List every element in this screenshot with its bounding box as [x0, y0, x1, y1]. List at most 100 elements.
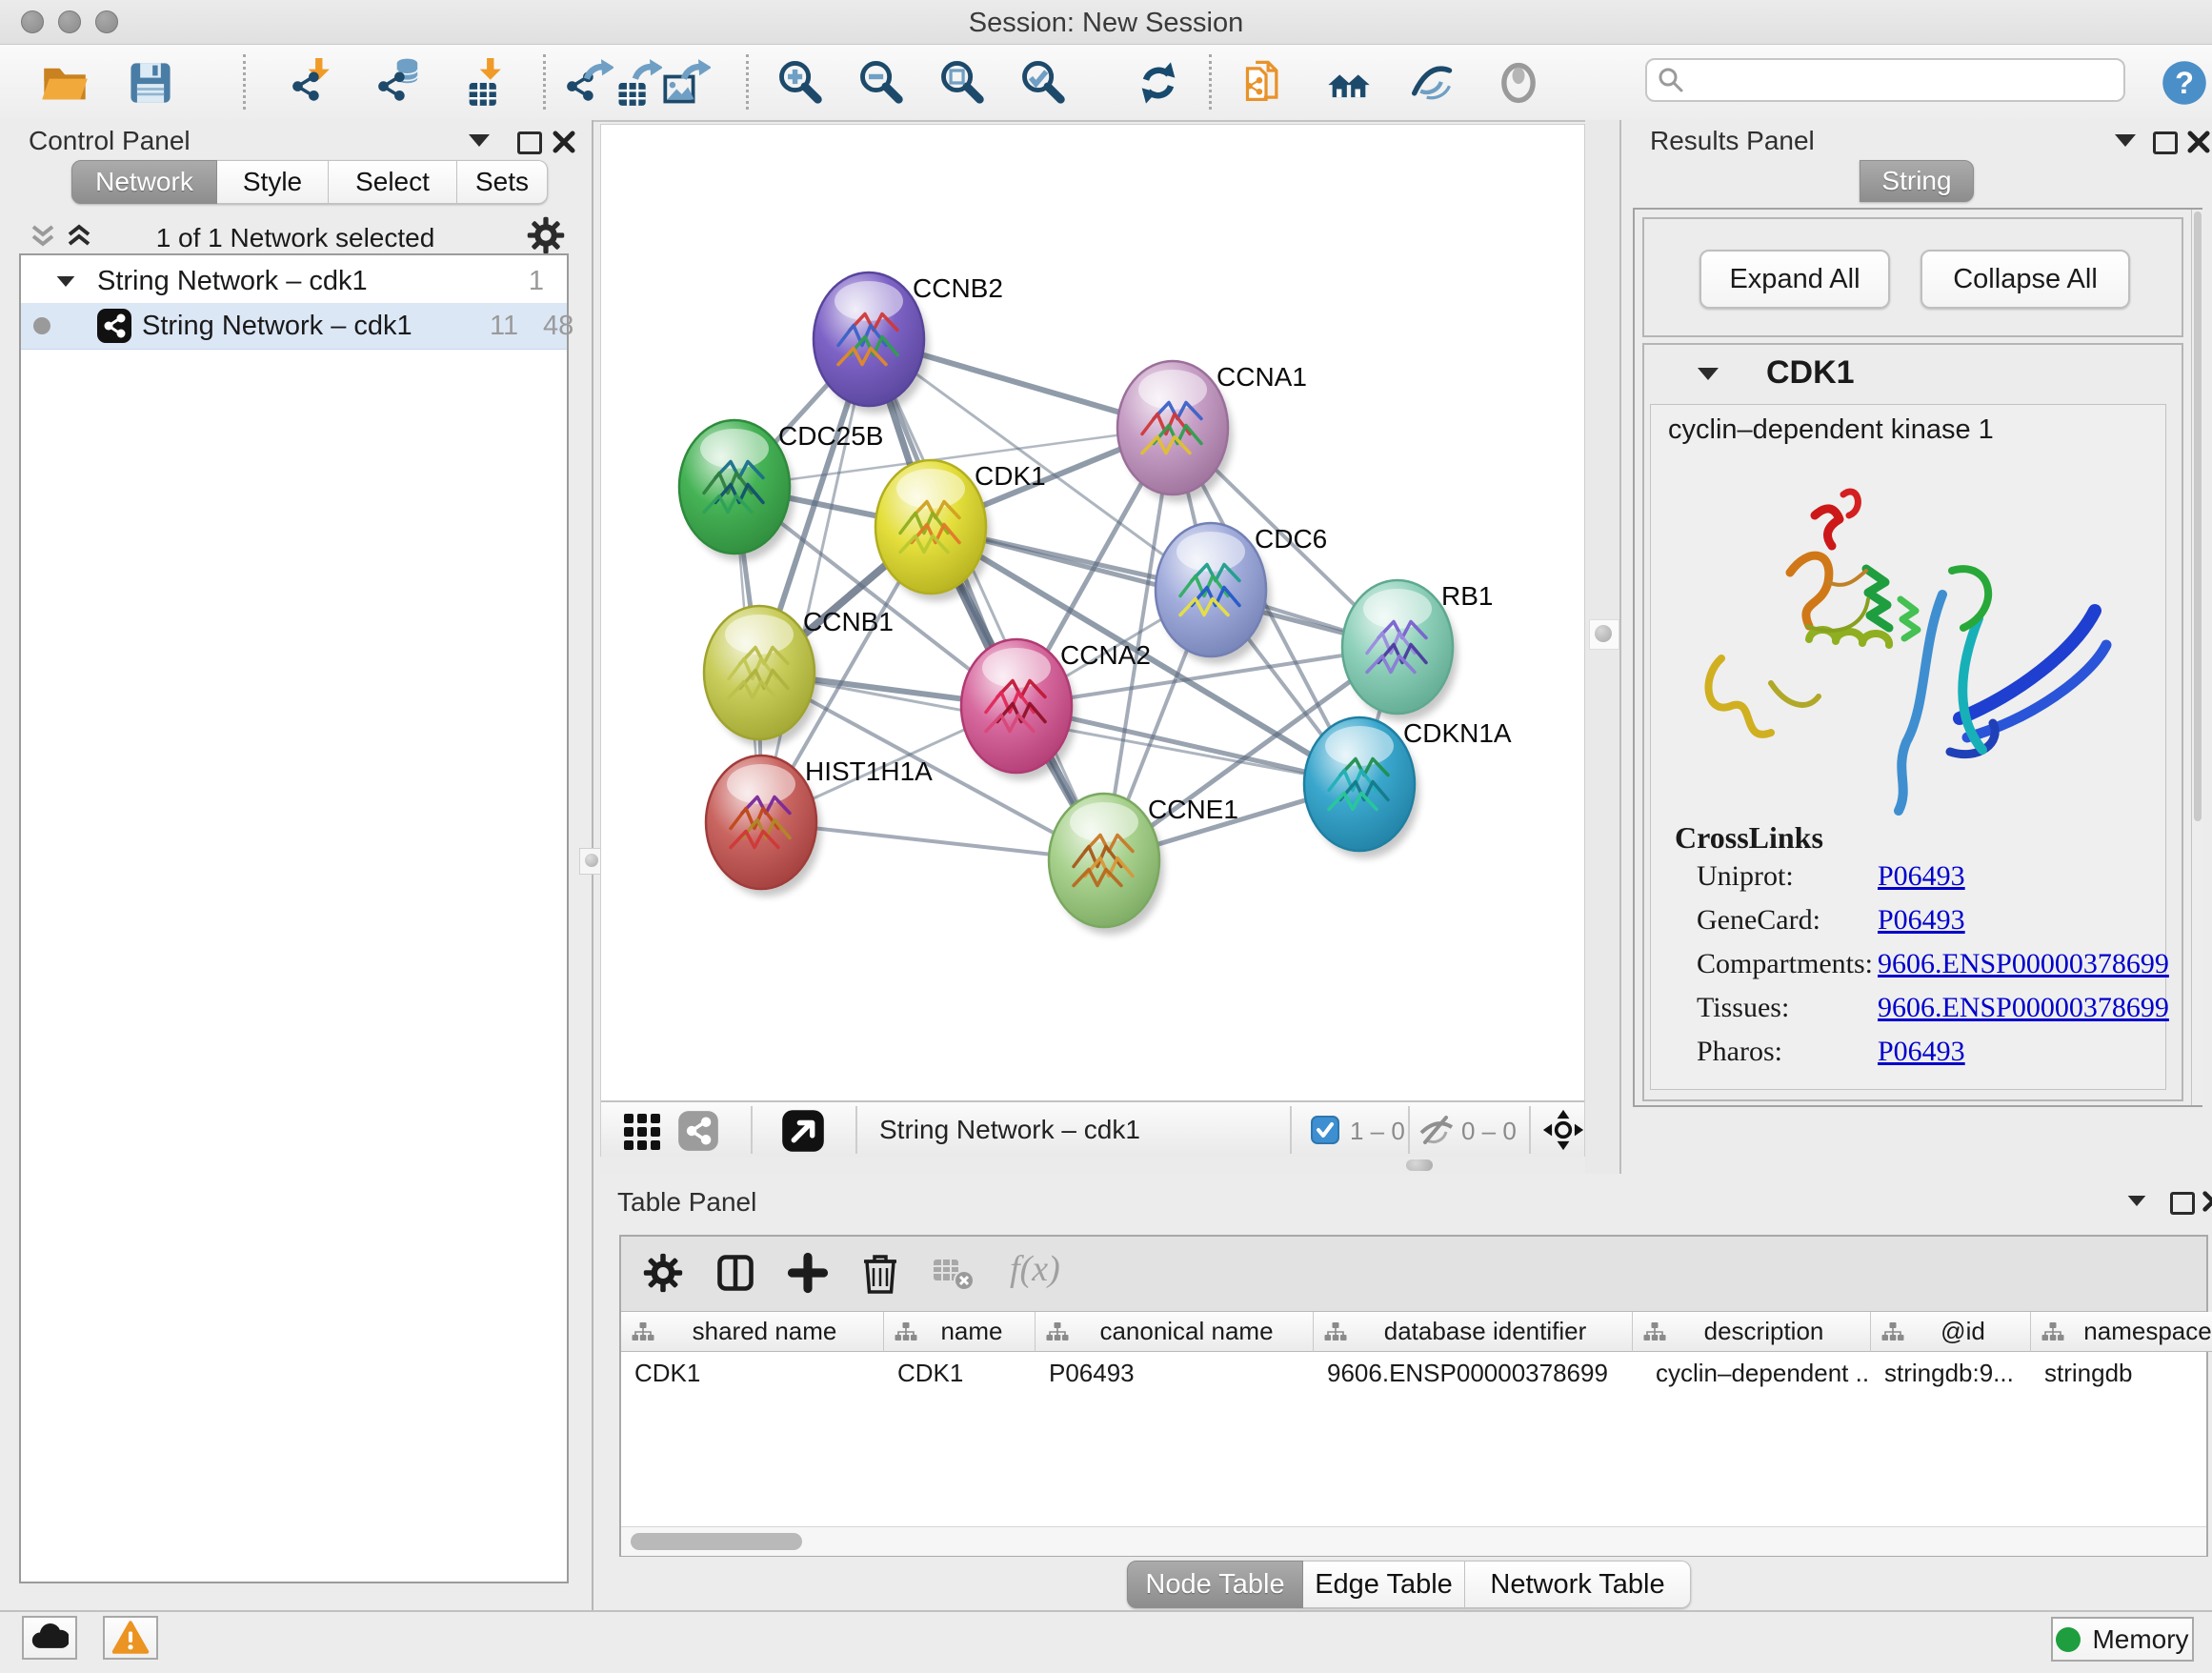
- open-session-icon[interactable]: [40, 58, 90, 108]
- add-column-icon[interactable]: [787, 1252, 829, 1294]
- home-panels-icon[interactable]: [1324, 58, 1374, 108]
- right-splitter-handle[interactable]: [1589, 619, 1619, 650]
- crosslink-value-link[interactable]: P06493: [1878, 860, 1965, 893]
- help-icon[interactable]: ?: [2160, 58, 2209, 108]
- tab-style[interactable]: Style: [217, 160, 329, 204]
- node-RB1[interactable]: RB1: [1342, 580, 1493, 721]
- network-canvas[interactable]: CCNB2 CCNA1 CDC25B CDK1 CDC6 RB1 CCNB1 C…: [600, 124, 1585, 1157]
- annotations-icon[interactable]: [1241, 58, 1291, 108]
- results-panel-menu-caret-icon[interactable]: [2115, 134, 2136, 147]
- grid-view-icon[interactable]: [622, 1110, 664, 1152]
- zoom-out-icon[interactable]: [856, 58, 906, 108]
- node-CDC25B[interactable]: CDC25B: [679, 420, 883, 561]
- import-network-from-file-icon[interactable]: [290, 58, 339, 108]
- node-CCNA2[interactable]: CCNA2: [961, 639, 1151, 780]
- crosslink-value-link[interactable]: P06493: [1878, 1036, 1965, 1068]
- export-image-icon[interactable]: [661, 58, 711, 108]
- crosslink-row: Tissues: 9606.ENSP00000378699: [1651, 992, 2165, 1036]
- column-header-database-identifier[interactable]: database identifier: [1314, 1312, 1633, 1352]
- column-header-canonical-name[interactable]: canonical name: [1036, 1312, 1314, 1352]
- network-graph[interactable]: CCNB2 CCNA1 CDC25B CDK1 CDC6 RB1 CCNB1 C…: [603, 125, 1584, 1099]
- refresh-view-icon[interactable]: [1134, 58, 1183, 108]
- column-header--id[interactable]: @id: [1871, 1312, 2031, 1352]
- search-input[interactable]: [1689, 62, 2112, 100]
- column-header-label: namespace: [2073, 1317, 2212, 1346]
- cloud-button[interactable]: [22, 1616, 77, 1660]
- tab-network[interactable]: Network: [71, 160, 217, 204]
- warnings-button[interactable]: [103, 1616, 158, 1660]
- crosslink-value-link[interactable]: 9606.ENSP00000378699: [1878, 948, 2169, 980]
- zoom-selected-icon[interactable]: [1018, 58, 1068, 108]
- network-collection-row[interactable]: String Network – cdk1 1: [21, 259, 567, 303]
- protein-section-caret-icon[interactable]: [1698, 368, 1719, 380]
- node-CCNB1[interactable]: CCNB1: [704, 606, 894, 747]
- table-cell: stringdb:9...: [1871, 1352, 2031, 1394]
- table-row[interactable]: CDK1CDK1P064939606.ENSP00000378699cyclin…: [621, 1352, 2212, 1394]
- node-CCNA1[interactable]: CCNA1: [1117, 361, 1307, 502]
- collapse-all-chevron-icon[interactable]: [27, 221, 59, 252]
- save-session-icon[interactable]: [126, 58, 175, 108]
- import-network-from-database-icon[interactable]: [375, 58, 425, 108]
- column-header-namespace[interactable]: namespace: [2031, 1312, 2212, 1352]
- column-header-description[interactable]: description: [1633, 1312, 1871, 1352]
- zoom-in-icon[interactable]: [775, 58, 825, 108]
- node-label-CCNE1: CCNE1: [1148, 795, 1238, 824]
- results-scrollbar[interactable]: [2191, 210, 2203, 1105]
- results-scrollbar-thumb[interactable]: [2194, 212, 2202, 821]
- expand-all-button[interactable]: Expand All: [1699, 250, 1890, 309]
- table-horizontal-scrollbar[interactable]: [621, 1526, 2206, 1556]
- crosslink-value-link[interactable]: P06493: [1878, 904, 1965, 937]
- tab-node-table[interactable]: Node Table: [1127, 1561, 1303, 1608]
- table-gear-icon[interactable]: [642, 1252, 684, 1294]
- table-panel-close-icon[interactable]: [2201, 1189, 2212, 1214]
- network-row[interactable]: String Network – cdk1 11 48: [21, 303, 567, 350]
- column-header-shared-name[interactable]: shared name: [621, 1312, 884, 1352]
- fit-selected-crosshair-icon[interactable]: [1542, 1109, 1584, 1151]
- table-panel-float-icon[interactable]: [2170, 1192, 2195, 1215]
- hidden-eye-slash-icon[interactable]: [1418, 1114, 1456, 1146]
- export-table-icon[interactable]: [613, 58, 662, 108]
- control-panel-float-icon[interactable]: [517, 131, 542, 154]
- show-hide-labels-icon[interactable]: [1406, 58, 1456, 108]
- node-CCNB2[interactable]: CCNB2: [814, 272, 1003, 413]
- tab-edge-table[interactable]: Edge Table: [1303, 1561, 1465, 1608]
- import-table-from-file-icon[interactable]: [461, 58, 511, 108]
- column-header-name[interactable]: name: [884, 1312, 1036, 1352]
- crosslink-value-link[interactable]: 9606.ENSP00000378699: [1878, 992, 2169, 1024]
- results-buttons-bar: Expand All Collapse All: [1642, 217, 2183, 337]
- table-panel-menu-caret-icon[interactable]: [2128, 1196, 2146, 1206]
- network-view-share-icon[interactable]: [677, 1110, 719, 1152]
- gear-icon[interactable]: [526, 215, 566, 255]
- memory-button[interactable]: Memory: [2051, 1617, 2194, 1662]
- collapse-all-button[interactable]: Collapse All: [1920, 250, 2130, 309]
- table-scrollbar-thumb[interactable]: [631, 1533, 802, 1550]
- show-columns-icon[interactable]: [714, 1252, 756, 1294]
- tab-string[interactable]: String: [1860, 160, 1974, 202]
- tab-select[interactable]: Select: [329, 160, 457, 204]
- selected-checkbox-icon[interactable]: [1311, 1116, 1339, 1144]
- search-field[interactable]: [1645, 58, 2125, 102]
- export-network-icon[interactable]: [564, 58, 613, 108]
- table-cell: cyclin–dependent ...: [1633, 1352, 1871, 1394]
- delete-column-trash-icon[interactable]: [859, 1250, 901, 1296]
- tab-sets[interactable]: Sets: [457, 160, 548, 204]
- toolbar-separator: [243, 54, 246, 110]
- status-bar: Memory: [0, 1610, 2212, 1673]
- expand-all-chevron-icon[interactable]: [63, 221, 95, 252]
- results-panel-close-icon[interactable]: [2185, 129, 2212, 155]
- tree-expand-caret-icon[interactable]: [57, 275, 75, 286]
- tab-network-table[interactable]: Network Table: [1465, 1561, 1691, 1608]
- node-CCNE1[interactable]: CCNE1: [1049, 794, 1238, 935]
- node-CDKN1A[interactable]: CDKN1A: [1304, 717, 1512, 858]
- highlight-icon[interactable]: [1494, 58, 1543, 108]
- column-hierarchy-icon: [1642, 1320, 1667, 1343]
- results-panel-float-icon[interactable]: [2153, 131, 2178, 154]
- open-in-window-icon[interactable]: [781, 1109, 825, 1153]
- node-CDC6[interactable]: CDC6: [1156, 523, 1327, 664]
- zoom-fit-content-icon[interactable]: [937, 58, 987, 108]
- svg-text:?: ?: [2175, 66, 2194, 100]
- control-panel-menu-caret-icon[interactable]: [469, 134, 490, 147]
- canvas-table-splitter[interactable]: [600, 1157, 1585, 1174]
- control-panel-close-icon[interactable]: [551, 129, 577, 155]
- node-HIST1H1A[interactable]: HIST1H1A: [706, 756, 933, 897]
